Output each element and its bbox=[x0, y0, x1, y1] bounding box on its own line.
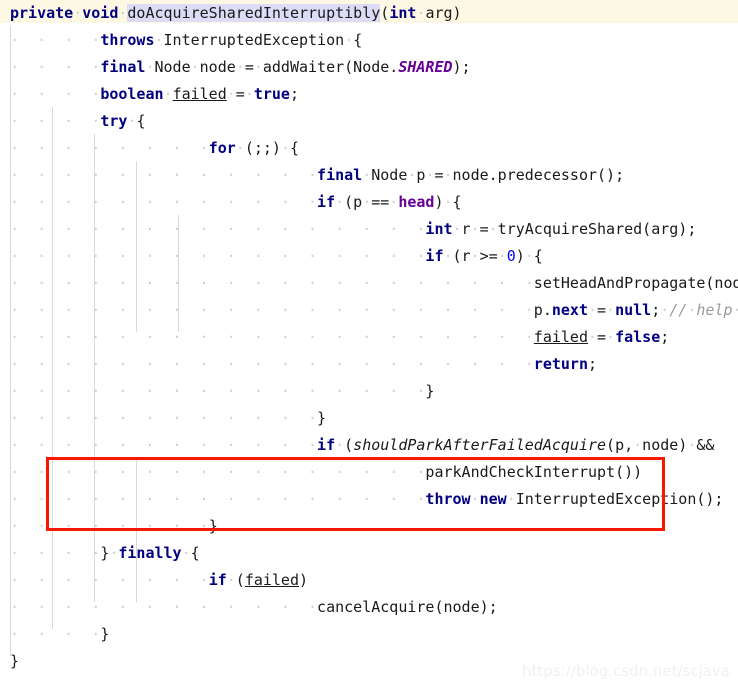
watermark-text: https://blog.csdn.net/scjava bbox=[522, 662, 730, 680]
code-line-12[interactable]: · · · · · · · · · · · · · · · · · · · ·p… bbox=[10, 297, 738, 324]
code-line-24[interactable]: · · · ·} bbox=[10, 621, 109, 648]
code-line-15[interactable]: · · · · · · · · · · · · · · · ·} bbox=[10, 378, 434, 405]
code-line-9[interactable]: · · · · · · · · · · · · · · · ·int·r·=·t… bbox=[10, 216, 696, 243]
code-line-17[interactable]: · · · · · · · · · · · ·if·(shouldParkAft… bbox=[10, 432, 714, 459]
code-line-7[interactable]: · · · · · · · · · · · ·final·Node·p·=·no… bbox=[10, 162, 624, 189]
code-line-2[interactable]: · · · ·throws·InterruptedException·{ bbox=[10, 27, 362, 54]
code-editor-screenshot: private·void·doAcquireSharedInterruptibl… bbox=[0, 0, 738, 686]
code-line-21[interactable]: · · · ·}·finally·{ bbox=[10, 540, 200, 567]
code-line-23[interactable]: · · · · · · · · · · · ·cancelAcquire(nod… bbox=[10, 594, 498, 621]
code-line-13[interactable]: · · · · · · · · · · · · · · · · · · · ·f… bbox=[10, 324, 669, 351]
code-line-10[interactable]: · · · · · · · · · · · · · · · ·if·(r·>=·… bbox=[10, 243, 543, 270]
code-line-8[interactable]: · · · · · · · · · · · ·if·(p·==·head)·{ bbox=[10, 189, 462, 216]
code-line-16[interactable]: · · · · · · · · · · · ·} bbox=[10, 405, 326, 432]
code-line-5[interactable]: · · · ·try·{ bbox=[10, 108, 145, 135]
code-line-22[interactable]: · · · · · · · ·if·(failed) bbox=[10, 567, 308, 594]
code-line-14[interactable]: · · · · · · · · · · · · · · · · · · · ·r… bbox=[10, 351, 597, 378]
code-line-25[interactable]: } bbox=[10, 648, 19, 675]
code-line-3[interactable]: · · · ·final·Node·node·=·addWaiter(Node.… bbox=[10, 54, 471, 81]
code-line-20[interactable]: · · · · · · · ·} bbox=[10, 513, 218, 540]
code-line-1[interactable]: private·void·doAcquireSharedInterruptibl… bbox=[10, 0, 462, 27]
code-line-18[interactable]: · · · · · · · · · · · · · · · ·parkAndCh… bbox=[10, 459, 642, 486]
code-line-6[interactable]: · · · · · · · ·for·(;;)·{ bbox=[10, 135, 299, 162]
code-line-11[interactable]: · · · · · · · · · · · · · · · · · · · ·s… bbox=[10, 270, 738, 297]
token-keyword-private: private·void·doAcquireSharedInterruptibl… bbox=[10, 4, 462, 22]
code-line-19[interactable]: · · · · · · · · · · · · · · · ·throw·new… bbox=[10, 486, 723, 513]
code-line-4[interactable]: · · · ·boolean·failed·=·true; bbox=[10, 81, 299, 108]
